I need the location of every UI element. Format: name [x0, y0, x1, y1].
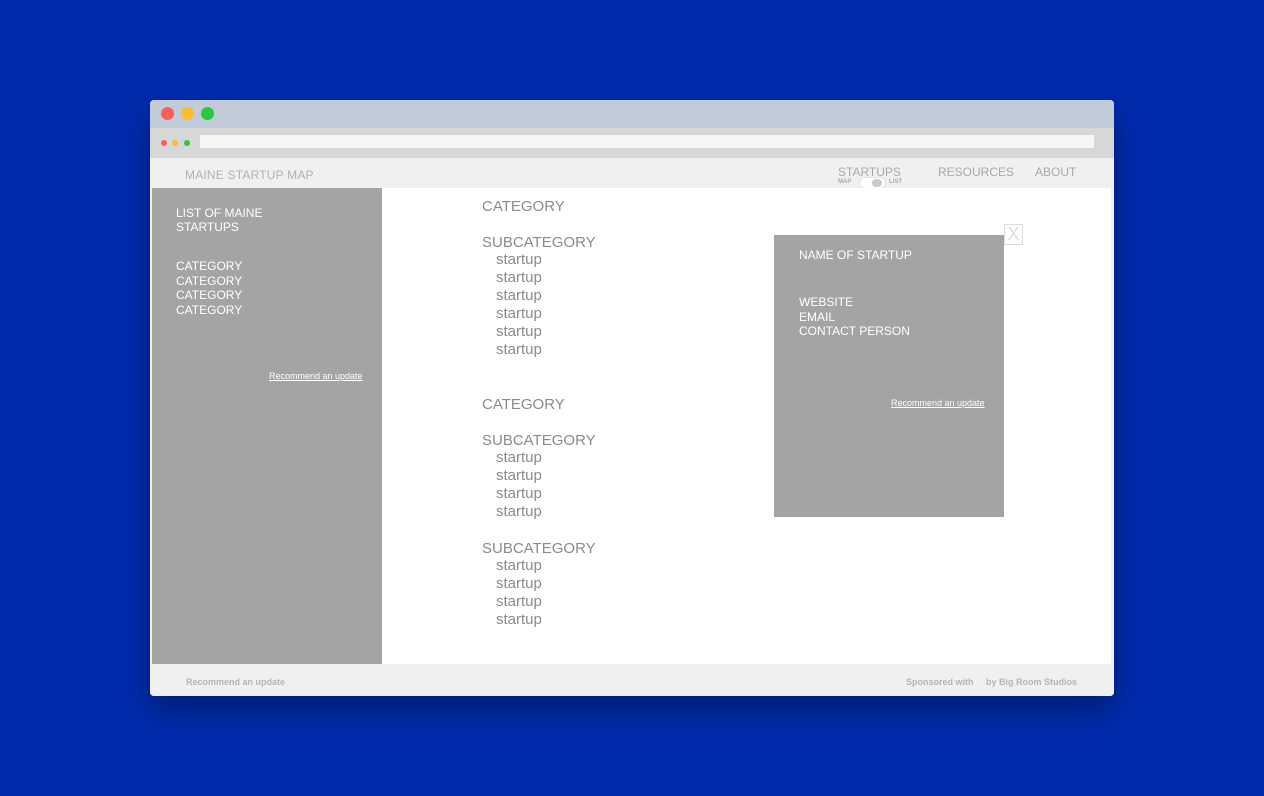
startup-name: NAME OF STARTUP: [799, 248, 912, 262]
browser-window: MAINE STARTUP MAP STARTUPS MAP LIST RESO…: [150, 100, 1114, 696]
sidebar-category[interactable]: CATEGORY: [176, 259, 242, 274]
startup-item[interactable]: startup: [496, 341, 542, 359]
close-window-button[interactable]: [161, 107, 174, 120]
browser-toolbar: [150, 128, 1114, 158]
site-footer: Recommend an update Sponsored with by Bi…: [150, 664, 1114, 696]
nav-about[interactable]: ABOUT: [1035, 165, 1076, 179]
sidebar-title: LIST OF MAINE STARTUPS: [176, 206, 263, 234]
subcategory-heading: SUBCATEGORY: [482, 540, 596, 557]
toggle-label-map: MAP: [838, 179, 852, 185]
card-recommend-link[interactable]: Recommend an update: [891, 398, 985, 408]
startup-item[interactable]: startup: [496, 251, 542, 269]
startup-item[interactable]: startup: [496, 305, 542, 323]
startup-info-list: WEBSITE EMAIL CONTACT PERSON: [799, 295, 910, 339]
startup-item[interactable]: startup: [496, 269, 542, 287]
startup-item[interactable]: startup: [496, 557, 542, 575]
footer-recommend-link[interactable]: Recommend an update: [186, 677, 285, 687]
startup-detail-card: NAME OF STARTUP WEBSITE EMAIL CONTACT PE…: [774, 235, 1004, 517]
main-content: CATEGORY SUBCATEGORY startup startup sta…: [382, 188, 1111, 664]
category-heading: CATEGORY: [482, 198, 565, 215]
startup-list: startup startup startup startup: [496, 557, 542, 629]
sidebar-category-list: CATEGORY CATEGORY CATEGORY CATEGORY: [176, 259, 242, 317]
window-titlebar: [150, 100, 1114, 128]
minimize-window-button[interactable]: [181, 107, 194, 120]
nav-resources[interactable]: RESOURCES: [938, 165, 1014, 179]
site-brand[interactable]: MAINE STARTUP MAP: [185, 168, 314, 182]
startup-list: startup startup startup startup startup …: [496, 251, 542, 359]
toolbar-dot-green: [184, 140, 190, 146]
startup-item[interactable]: startup: [496, 503, 542, 521]
sidebar-recommend-link[interactable]: Recommend an update: [269, 371, 363, 381]
maximize-window-button[interactable]: [201, 107, 214, 120]
startup-item[interactable]: startup: [496, 467, 542, 485]
startup-item[interactable]: startup: [496, 611, 542, 629]
contact-person: CONTACT PERSON: [799, 324, 910, 338]
footer-studio-link[interactable]: by Big Room Studios: [986, 677, 1077, 687]
category-heading: CATEGORY: [482, 396, 565, 413]
address-bar[interactable]: [200, 135, 1094, 148]
footer-sponsored-text: Sponsored with: [906, 677, 974, 687]
toggle-knob: [872, 179, 882, 187]
toggle-label-list: LIST: [889, 179, 902, 185]
startup-list: startup startup startup startup: [496, 449, 542, 521]
startup-item[interactable]: startup: [496, 287, 542, 305]
toolbar-dot-red: [161, 140, 167, 146]
startup-item[interactable]: startup: [496, 575, 542, 593]
subcategory-heading: SUBCATEGORY: [482, 432, 596, 449]
site-header: MAINE STARTUP MAP STARTUPS MAP LIST RESO…: [150, 158, 1114, 189]
startup-item[interactable]: startup: [496, 323, 542, 341]
sidebar-category[interactable]: CATEGORY: [176, 288, 242, 303]
startup-item[interactable]: startup: [496, 449, 542, 467]
sidebar-category[interactable]: CATEGORY: [176, 274, 242, 289]
sidebar-category[interactable]: CATEGORY: [176, 303, 242, 318]
startup-item[interactable]: startup: [496, 485, 542, 503]
startup-item[interactable]: startup: [496, 593, 542, 611]
website-link[interactable]: WEBSITE: [799, 295, 910, 310]
subcategory-heading: SUBCATEGORY: [482, 234, 596, 251]
toolbar-dot-yellow: [172, 140, 178, 146]
sidebar: LIST OF MAINE STARTUPS CATEGORY CATEGORY…: [152, 188, 382, 664]
email-link[interactable]: EMAIL: [799, 310, 910, 325]
close-card-button[interactable]: X: [1004, 224, 1023, 245]
